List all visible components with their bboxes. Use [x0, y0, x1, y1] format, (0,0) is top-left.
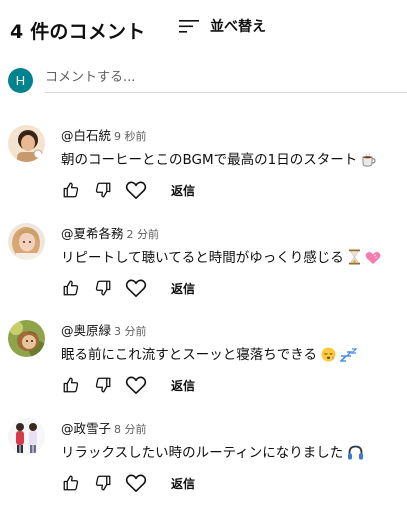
comment-author[interactable]: @政雪子 [61, 421, 111, 436]
commenter-avatar[interactable] [8, 320, 45, 357]
comment-actions: 返信 [61, 375, 195, 395]
avatar: H [8, 68, 33, 93]
comment-body: リラックスしたい時のルーティンになりました [61, 445, 344, 461]
comment-time[interactable]: 8 分前 [114, 423, 147, 436]
heart-emoji-icon [365, 251, 381, 269]
heart-icon[interactable] [125, 278, 147, 298]
zzz-icon [339, 348, 358, 366]
comment-time[interactable]: 3 分前 [114, 325, 147, 338]
comment-text: 朝のコーヒーとこのBGMで最高の1日のスタート [61, 148, 377, 171]
comment-count: 4 件のコメント [10, 20, 146, 43]
reply-button[interactable]: 返信 [171, 280, 195, 297]
thumbs-up-icon[interactable] [61, 180, 81, 200]
headphones-icon [347, 445, 364, 464]
sleepy-face-icon [321, 347, 336, 366]
comment-author[interactable]: @夏希各務 [61, 226, 124, 241]
heart-icon[interactable] [125, 473, 147, 493]
avatar-initial: H [15, 73, 26, 88]
comment-text: リピートして聴いてると時間がゆっくり感じる [61, 246, 381, 269]
commenter-avatar[interactable] [8, 418, 45, 455]
comments-panel: 4 件のコメント 並べ替え H コメントする... @白石統 9 秒前 朝のコー… [0, 0, 407, 525]
comment-meta: @政雪子 8 分前 [61, 418, 147, 437]
comment-actions: 返信 [61, 473, 195, 493]
comment-author[interactable]: @奥原緑 [61, 323, 111, 338]
comment-text: 眠る前にこれ流すとスーッと寝落ちできる [61, 343, 358, 366]
sort-label: 並べ替え [210, 19, 266, 35]
thumbs-up-icon[interactable] [61, 473, 81, 493]
comment-meta: @白石統 9 秒前 [61, 125, 147, 144]
reply-button[interactable]: 返信 [171, 475, 195, 492]
comment-item: @奥原緑 3 分前 眠る前にこれ流すとスーッと寝落ちできる 返信 [8, 320, 407, 410]
hourglass-icon [348, 249, 361, 269]
sort-button[interactable]: 並べ替え [178, 14, 266, 38]
thumbs-down-icon[interactable] [93, 180, 113, 200]
comment-author[interactable]: @白石統 [61, 128, 111, 143]
comment-item: @政雪子 8 分前 リラックスしたい時のルーティンになりました 返信 [8, 418, 407, 508]
thumbs-down-icon[interactable] [93, 278, 113, 298]
comment-meta: @夏希各務 2 分前 [61, 223, 159, 242]
coffee-icon [361, 153, 377, 171]
comment-time[interactable]: 9 秒前 [114, 130, 147, 143]
comment-compose: H [8, 65, 407, 93]
thumbs-down-icon[interactable] [93, 473, 113, 493]
heart-icon[interactable] [125, 375, 147, 395]
comment-body: 眠る前にこれ流すとスーッと寝落ちできる [61, 347, 317, 363]
comments-header: 4 件のコメント [10, 15, 145, 45]
reply-button[interactable]: 返信 [171, 377, 195, 394]
commenter-avatar[interactable] [8, 223, 45, 260]
comment-body: リピートして聴いてると時間がゆっくり感じる [61, 250, 344, 266]
heart-icon[interactable] [125, 180, 147, 200]
comment-item: @夏希各務 2 分前 リピートして聴いてると時間がゆっくり感じる 返信 [8, 223, 407, 313]
sort-icon [178, 18, 200, 34]
comment-actions: 返信 [61, 180, 195, 200]
comment-item: @白石統 9 秒前 朝のコーヒーとこのBGMで最高の1日のスタート 返信 [8, 125, 407, 215]
comment-body: 朝のコーヒーとこのBGMで最高の1日のスタート [61, 152, 358, 168]
comment-time[interactable]: 2 分前 [127, 228, 160, 241]
comment-text: リラックスしたい時のルーティンになりました [61, 441, 364, 464]
thumbs-down-icon[interactable] [93, 375, 113, 395]
comment-meta: @奥原緑 3 分前 [61, 320, 147, 339]
comment-input[interactable] [45, 65, 407, 93]
comment-actions: 返信 [61, 278, 195, 298]
thumbs-up-icon[interactable] [61, 375, 81, 395]
reply-button[interactable]: 返信 [171, 182, 195, 199]
commenter-avatar[interactable] [8, 125, 45, 162]
thumbs-up-icon[interactable] [61, 278, 81, 298]
